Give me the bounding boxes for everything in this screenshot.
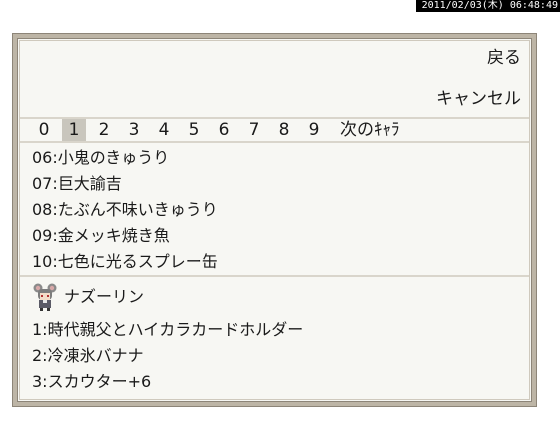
page-tab-7[interactable]: 7 — [242, 119, 266, 141]
list-item[interactable]: 07:巨大諭吉 — [32, 171, 122, 197]
menu-panel: 戻る キャンセル 0 1 2 3 4 5 6 7 8 9 次のｷｬﾗ 06:小鬼… — [19, 40, 530, 400]
character-name: ナズーリン — [64, 287, 145, 306]
page-tab-1[interactable]: 1 — [62, 119, 86, 141]
character-panel: ナズーリン 1:時代親父とハイカラカードホルダー 2:冷凍氷バナナ 3:スカウタ… — [20, 277, 529, 399]
equipment-item[interactable]: 3:スカウター+6 — [32, 369, 151, 395]
page-tab-6[interactable]: 6 — [212, 119, 236, 141]
page-tab-5[interactable]: 5 — [182, 119, 206, 141]
next-character-button[interactable]: 次のｷｬﾗ — [340, 119, 400, 141]
command-area: 戻る キャンセル — [20, 41, 529, 119]
page-tab-3[interactable]: 3 — [122, 119, 146, 141]
equipment-item[interactable]: 2:冷凍氷バナナ — [32, 343, 144, 369]
item-menu-window: 戻る キャンセル 0 1 2 3 4 5 6 7 8 9 次のｷｬﾗ 06:小鬼… — [13, 34, 536, 406]
cancel-button[interactable]: キャンセル — [436, 88, 521, 110]
page-tab-2[interactable]: 2 — [92, 119, 116, 141]
page-tabs: 0 1 2 3 4 5 6 7 8 9 次のｷｬﾗ — [20, 119, 529, 143]
list-item[interactable]: 09:金メッキ焼き魚 — [32, 223, 170, 249]
back-button[interactable]: 戻る — [487, 47, 521, 69]
list-item[interactable]: 08:たぶん不味いきゅうり — [32, 197, 218, 223]
equipment-item[interactable]: 1:時代親父とハイカラカードホルダー — [32, 317, 303, 343]
list-item[interactable]: 06:小鬼のきゅうり — [32, 145, 169, 171]
timestamp: 2011/02/03(木) 06:48:49 — [415, 0, 560, 12]
page-tab-8[interactable]: 8 — [272, 119, 296, 141]
item-list: 06:小鬼のきゅうり 07:巨大諭吉 08:たぶん不味いきゅうり 09:金メッキ… — [20, 143, 529, 277]
page-tab-9[interactable]: 9 — [302, 119, 326, 141]
page-tab-4[interactable]: 4 — [152, 119, 176, 141]
page-tab-0[interactable]: 0 — [32, 119, 56, 141]
mouse-girl-sprite-icon — [33, 283, 57, 311]
list-item[interactable]: 10:七色に光るスプレー缶 — [32, 249, 218, 275]
